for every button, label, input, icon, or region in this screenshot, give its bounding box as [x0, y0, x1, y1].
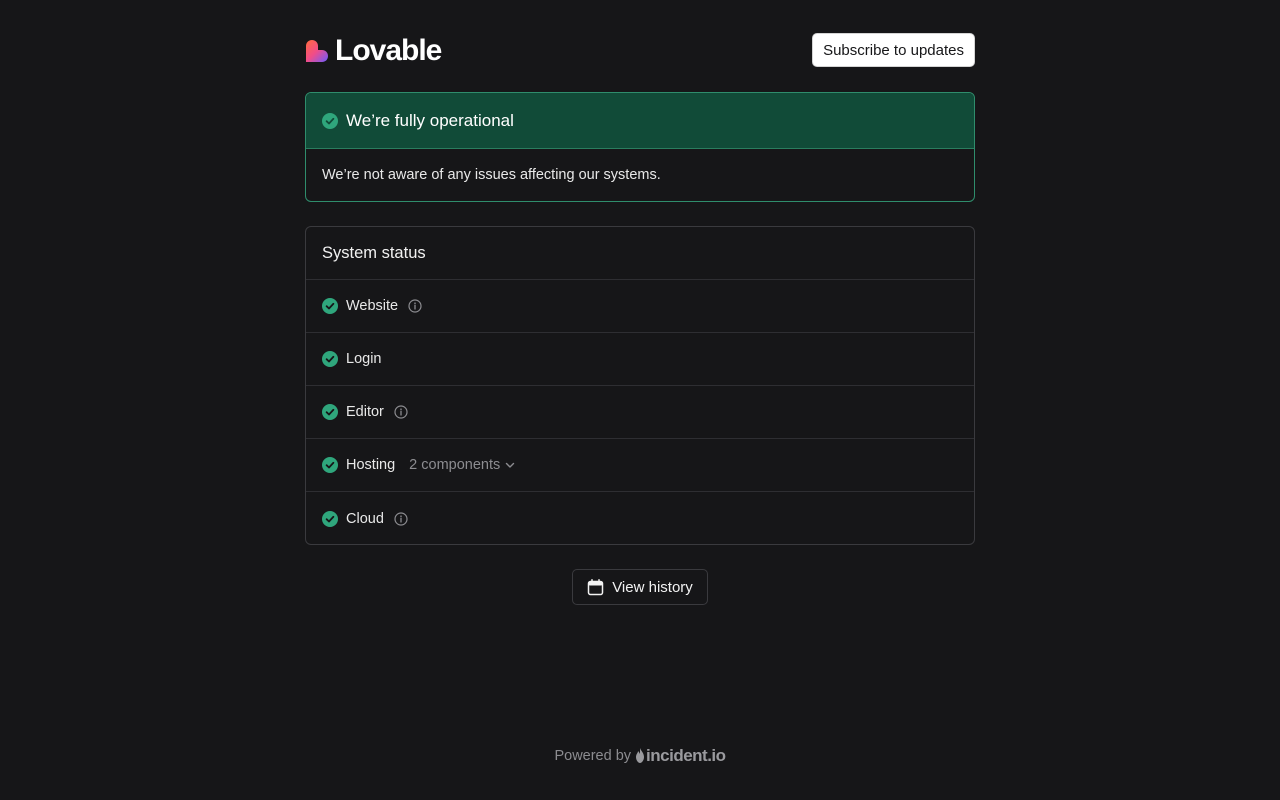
logo[interactable]: Lovable	[305, 34, 442, 67]
expand-components-toggle[interactable]: 2 components	[409, 457, 516, 473]
component-row-hosting: Hosting 2 components	[306, 439, 974, 492]
chevron-down-icon	[506, 462, 515, 468]
operational-banner: We’re fully operational We’re not aware …	[305, 92, 975, 202]
info-icon[interactable]	[394, 405, 408, 419]
subscribe-button[interactable]: Subscribe to updates	[812, 33, 975, 67]
component-row-editor: Editor	[306, 386, 974, 439]
component-name: Hosting	[346, 457, 396, 473]
banner-title: We’re fully operational	[346, 110, 514, 130]
incident-io-link[interactable]: incident.io	[635, 746, 726, 766]
check-circle-icon	[322, 404, 338, 420]
component-row-login: Login	[306, 333, 974, 386]
info-icon[interactable]	[408, 299, 422, 313]
info-icon[interactable]	[394, 511, 408, 526]
component-row-cloud: Cloud	[306, 492, 974, 544]
incident-io-logo-icon	[636, 748, 645, 763]
calendar-icon	[587, 578, 604, 595]
system-status-title: System status	[322, 243, 426, 262]
check-circle-icon	[322, 298, 338, 314]
banner-header: We’re fully operational	[306, 93, 974, 149]
component-name: Editor	[346, 404, 384, 420]
component-name: Cloud	[346, 510, 384, 527]
logo-text: Lovable	[335, 34, 442, 67]
component-name: Login	[346, 351, 382, 367]
sub-components-count: 2 components	[409, 457, 501, 473]
header: Lovable Subscribe to updates	[305, 33, 975, 67]
view-history-label: View history	[612, 578, 693, 596]
system-status-header: System status	[306, 227, 974, 280]
footer: Powered by incident.io	[0, 744, 1280, 768]
check-circle-icon	[322, 112, 338, 129]
check-circle-icon	[322, 457, 338, 473]
banner-message: We’re not aware of any issues affecting …	[322, 167, 661, 183]
check-circle-icon	[322, 351, 338, 367]
component-name: Website	[346, 298, 399, 314]
view-history-button[interactable]: View history	[572, 569, 708, 605]
component-row-website: Website	[306, 280, 974, 333]
system-status-card: System status Website Login Editor Hosti…	[305, 226, 975, 545]
check-circle-icon	[322, 510, 338, 527]
lovable-logo-icon	[306, 40, 328, 62]
incident-io-brand-text: incident.io	[646, 746, 726, 765]
powered-by-text: Powered by	[554, 748, 632, 764]
